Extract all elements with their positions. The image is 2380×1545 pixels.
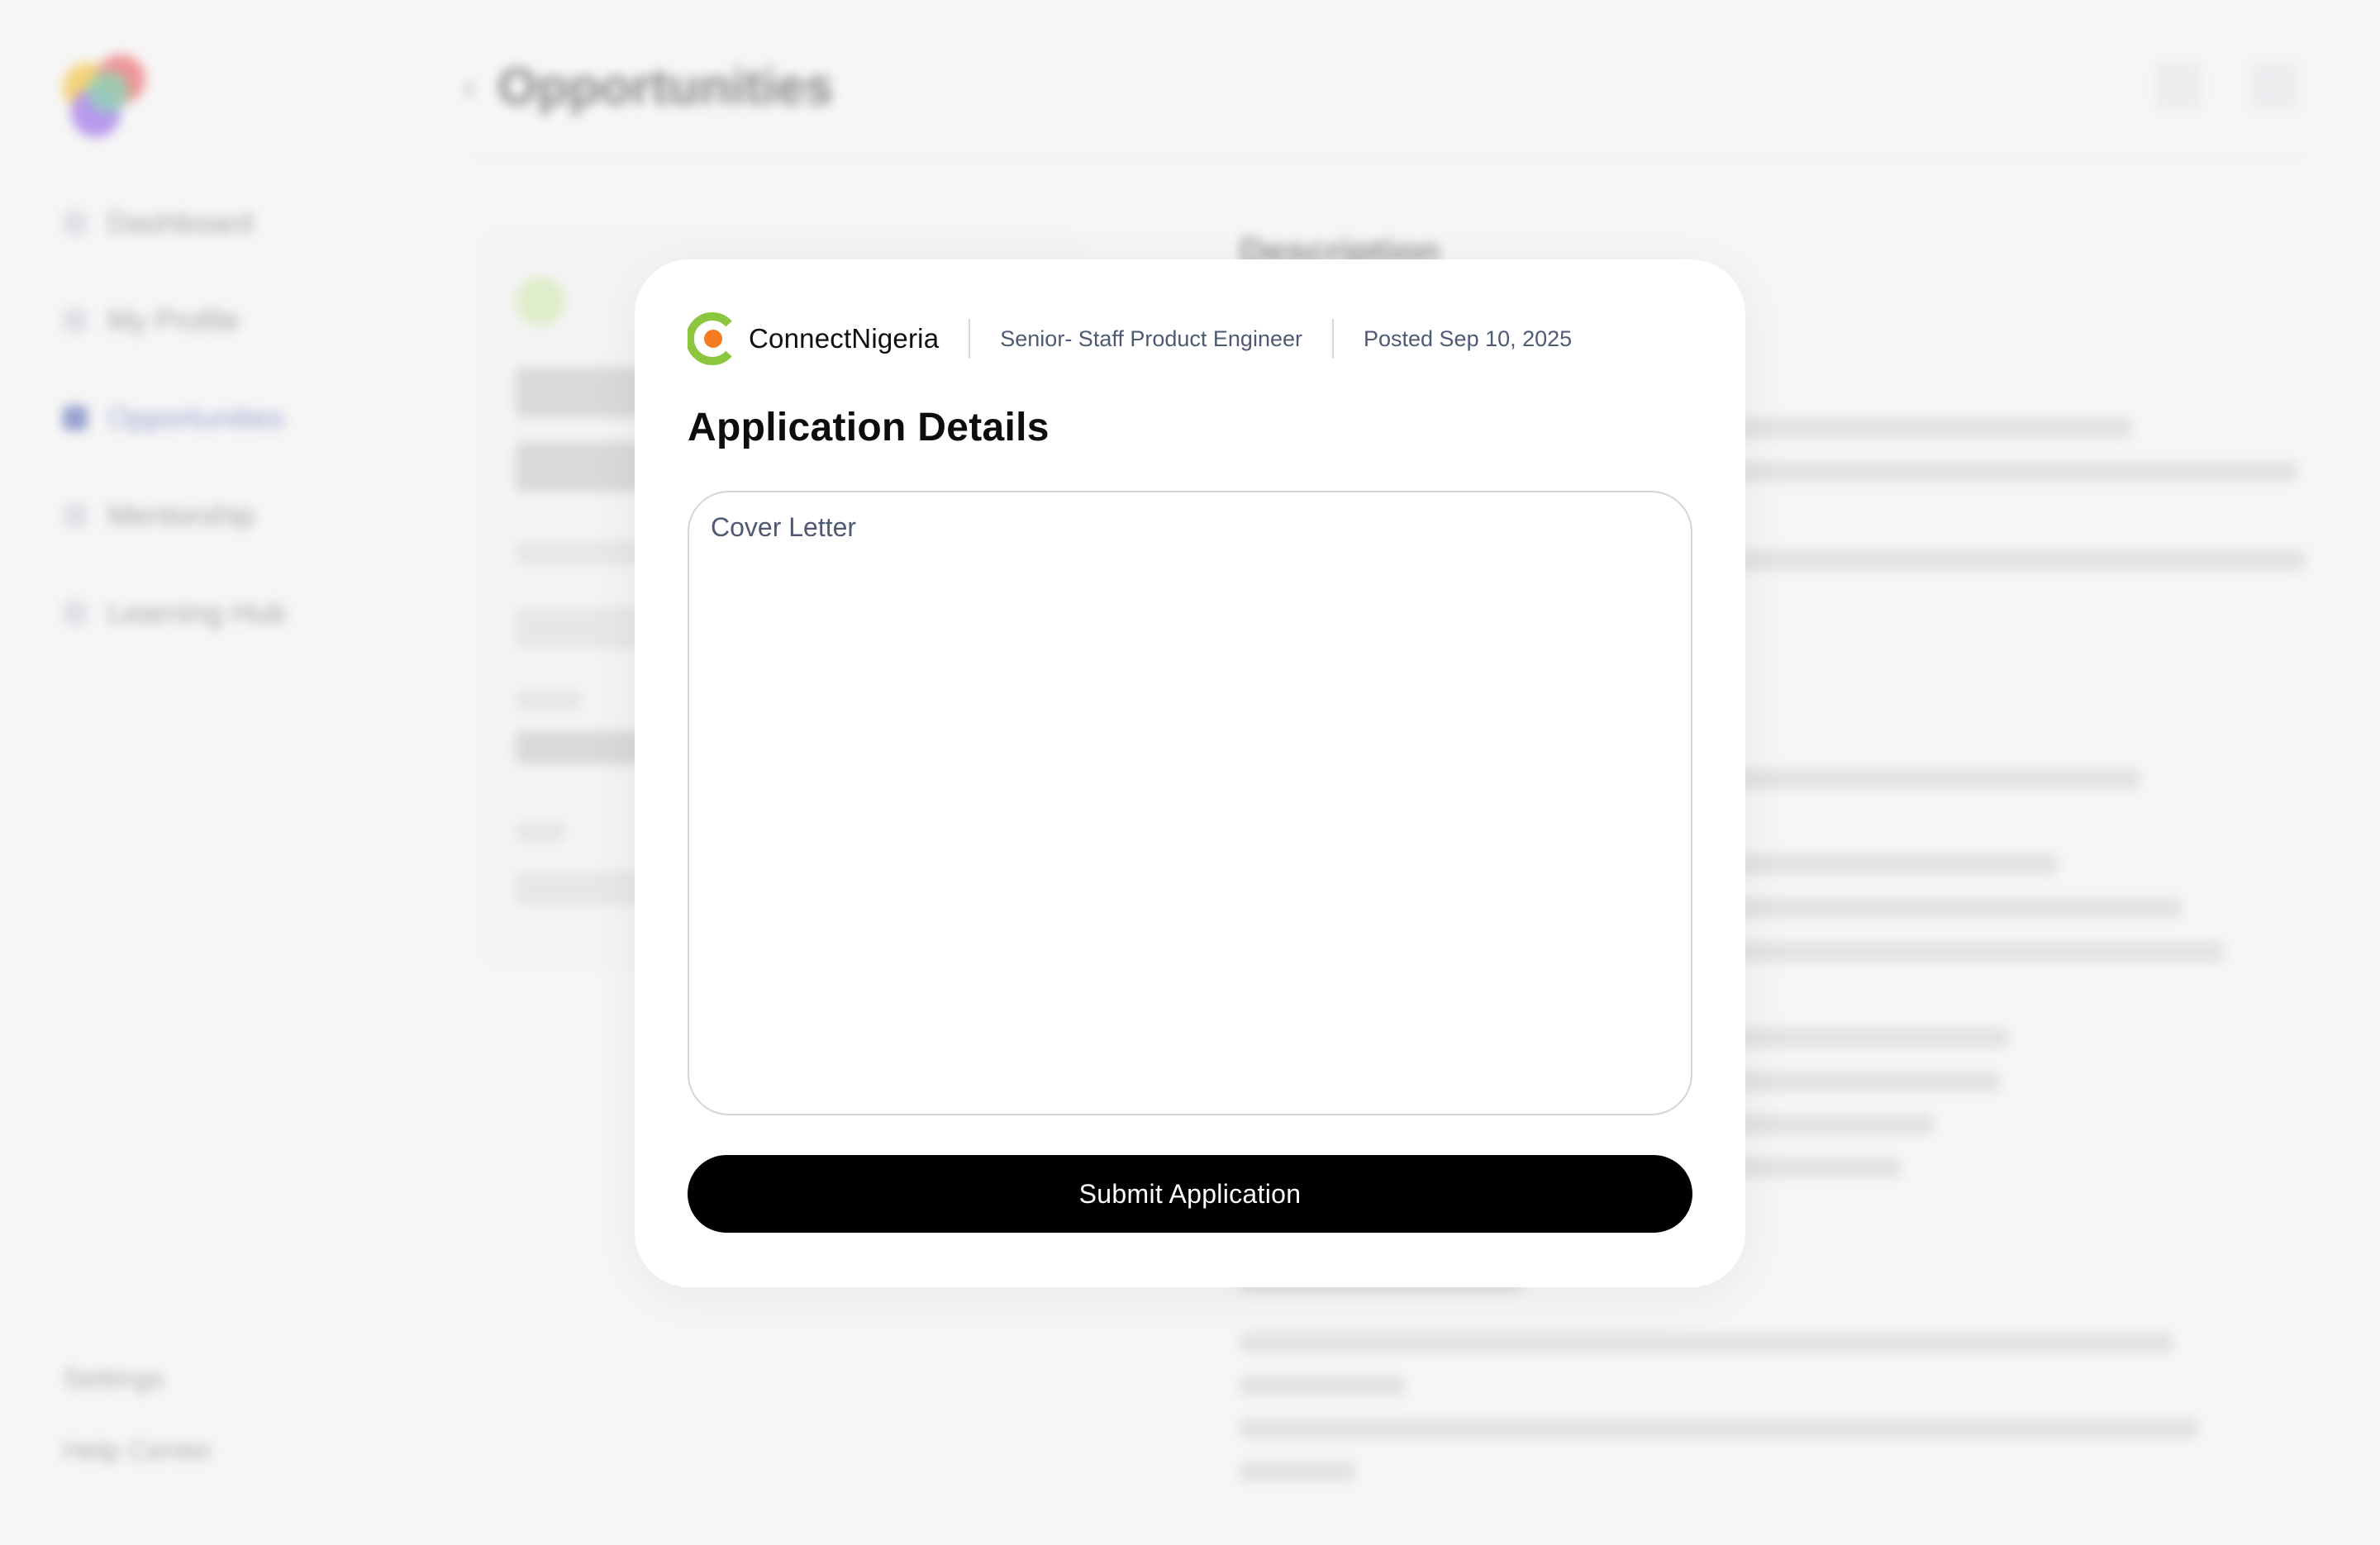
meta-divider bbox=[969, 319, 971, 359]
modal-heading: Application Details bbox=[688, 406, 1050, 449]
job-title: Senior- Staff Product Engineer bbox=[1000, 326, 1302, 351]
posted-date: Posted Sep 10, 2025 bbox=[1363, 326, 1573, 351]
application-modal: ConnectNigeria Senior- Staff Product Eng… bbox=[635, 259, 1745, 1287]
company-name: ConnectNigeria bbox=[749, 323, 940, 354]
submit-application-button[interactable]: Submit Application bbox=[688, 1155, 1692, 1233]
connectnigeria-logo-icon bbox=[685, 312, 737, 365]
meta-divider bbox=[1331, 319, 1334, 359]
cover-letter-input[interactable] bbox=[688, 491, 1692, 1115]
job-meta: ConnectNigeria Senior- Staff Product Eng… bbox=[685, 312, 1573, 365]
